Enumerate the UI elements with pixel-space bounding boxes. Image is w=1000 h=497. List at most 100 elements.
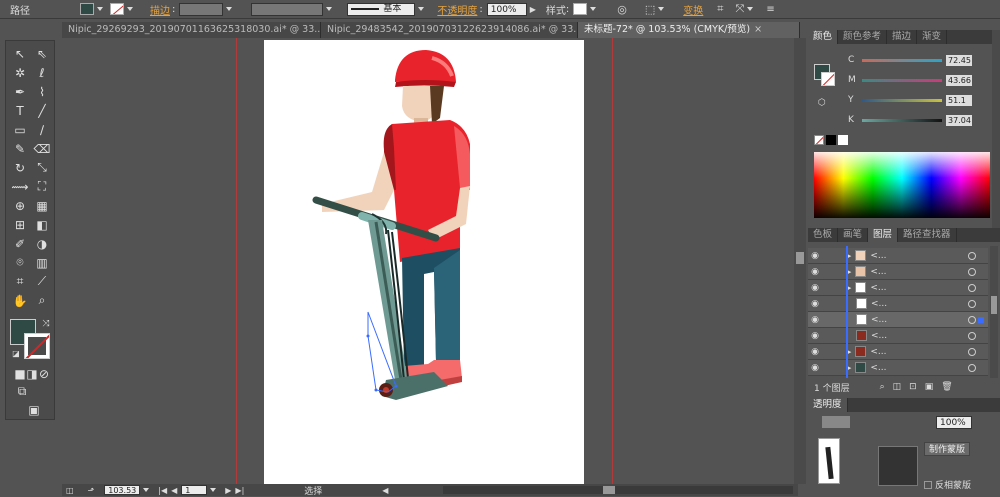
hscroll-thumb[interactable]	[603, 486, 615, 494]
none-mode-icon[interactable]: ⊘	[34, 365, 54, 382]
curvature-tool-icon[interactable]: ⌇	[32, 83, 52, 100]
artboard-nav-icon[interactable]: ◫	[66, 486, 74, 495]
c-value-field[interactable]: 72.45	[946, 54, 972, 66]
width-tool-icon[interactable]: ⟿	[10, 178, 30, 195]
rotate-tool-icon[interactable]: ↻	[10, 159, 30, 176]
tab-transparency[interactable]: 透明度	[808, 398, 848, 412]
layer-row[interactable]: ◉ ▶ <...	[808, 280, 988, 296]
new-layer-icon[interactable]: ▣	[925, 382, 934, 392]
free-transform-tool-icon[interactable]: ⛶	[32, 178, 52, 195]
invert-mask-checkbox[interactable]: 反相蒙版	[924, 478, 971, 491]
last-artboard-icon[interactable]: ▶|	[235, 486, 244, 495]
swap-colors-icon[interactable]: ⤨	[36, 315, 56, 332]
document-tab-3[interactable]: 未标题-72* @ 103.53% (CMYK/预览) ×	[578, 22, 800, 38]
stroke-style-select[interactable]: 基本	[347, 2, 427, 16]
rectangle-tool-icon[interactable]: ▭	[10, 121, 30, 138]
scooter-boy-illustration[interactable]	[264, 40, 584, 484]
scroll-thumb[interactable]	[796, 252, 804, 264]
stroke-weight-field[interactable]	[179, 2, 235, 16]
tab-swatches[interactable]: 色板	[808, 228, 839, 242]
document-tab-1[interactable]: Nipic_29269293_20190701163625318030.ai* …	[62, 22, 321, 38]
k-value-field[interactable]: 37.04	[946, 114, 972, 126]
fill-swatch[interactable]	[80, 3, 106, 15]
tab-brushes[interactable]: 画笔	[838, 228, 869, 242]
layer-row[interactable]: ◉ ▶ <...	[808, 264, 988, 280]
variable-width-field[interactable]	[251, 2, 335, 16]
tab-layers[interactable]: 图层	[868, 228, 899, 242]
visibility-eye-icon[interactable]: ◉	[808, 331, 822, 341]
clipping-mask-icon[interactable]: ◫	[893, 382, 902, 392]
color-panel-stroke-box[interactable]	[821, 72, 835, 86]
layer-row[interactable]: ◉ ▶ <...	[808, 360, 988, 376]
tab-close-icon[interactable]: ×	[754, 24, 762, 35]
make-mask-button[interactable]: 制作蒙版	[924, 442, 970, 456]
next-artboard-icon[interactable]: ▶	[225, 486, 231, 495]
transform-label[interactable]: 变换	[683, 2, 703, 17]
slice-tool-icon[interactable]: ⟋	[32, 273, 52, 290]
scale-tool-icon[interactable]: ⤡	[32, 159, 52, 176]
color-spectrum[interactable]	[814, 152, 990, 218]
selection-tool-icon[interactable]: ↖	[10, 45, 30, 62]
mask-thumbnail[interactable]	[878, 446, 918, 486]
black-swatch[interactable]	[826, 135, 836, 145]
layer-row-selected[interactable]: ◉ <...	[808, 312, 988, 328]
object-thumbnail[interactable]	[818, 438, 840, 484]
type-tool-icon[interactable]: T	[10, 102, 30, 119]
visibility-eye-icon[interactable]: ◉	[808, 251, 822, 261]
slider-m[interactable]: M 43.66	[848, 74, 972, 86]
visibility-eye-icon[interactable]: ◉	[808, 299, 822, 309]
pencil-tool-icon[interactable]: ✎	[10, 140, 30, 157]
opacity-label[interactable]: 不透明度	[437, 2, 477, 17]
visibility-eye-icon[interactable]: ◉	[808, 283, 822, 293]
export-icon[interactable]: ⬏	[88, 486, 95, 495]
default-colors-icon[interactable]: ◪	[6, 345, 26, 362]
stroke-swatch[interactable]	[110, 3, 136, 15]
slider-k[interactable]: K 37.04	[848, 114, 972, 126]
pen-tool-icon[interactable]: ✒	[10, 83, 30, 100]
visibility-eye-icon[interactable]: ◉	[808, 363, 822, 373]
paintbrush-tool-icon[interactable]: ∕	[32, 121, 52, 138]
artboard-tool-icon[interactable]: ⌗	[10, 273, 30, 290]
visibility-eye-icon[interactable]: ◉	[808, 315, 822, 325]
screen-mode-icon[interactable]: ▣	[24, 401, 44, 418]
horizontal-scrollbar[interactable]	[443, 486, 793, 494]
delete-layer-icon[interactable]: 🗑	[941, 382, 952, 392]
perspective-grid-tool-icon[interactable]: ▦	[32, 197, 52, 214]
zoom-tool-icon[interactable]: ⌕	[32, 292, 52, 309]
new-sublayer-icon[interactable]: ⊡	[909, 382, 917, 392]
align-icon[interactable]: ⬚	[645, 3, 667, 16]
direct-selection-tool-icon[interactable]: ⇖	[32, 45, 52, 62]
none-swatch[interactable]	[814, 135, 824, 145]
slider-y[interactable]: Y 51.1	[848, 94, 972, 106]
layer-row[interactable]: ◉ <...	[808, 328, 988, 344]
drawing-mode-icon[interactable]: ⧉	[12, 383, 32, 400]
white-swatch[interactable]	[838, 135, 848, 145]
lasso-tool-icon[interactable]: ℓ	[32, 64, 52, 81]
blend-mode-select[interactable]	[822, 416, 850, 428]
eyedropper-tool-icon[interactable]: ✐	[10, 235, 30, 252]
shape-builder-tool-icon[interactable]: ⊕	[10, 197, 30, 214]
eraser-tool-icon[interactable]: ⌫	[32, 140, 52, 157]
stroke-color-box[interactable]	[24, 333, 50, 359]
zoom-field[interactable]: 103.53	[104, 485, 141, 495]
page-field[interactable]: 1	[181, 485, 208, 495]
hand-tool-icon[interactable]: ✋	[10, 292, 30, 309]
tab-gradient[interactable]: 渐变	[917, 30, 948, 44]
prev-artboard-icon[interactable]: ◀	[171, 486, 177, 495]
symbol-sprayer-tool-icon[interactable]: ⌾	[10, 254, 30, 271]
panel-menu-icon[interactable]: ≡	[766, 4, 774, 15]
opacity-field[interactable]: 100% ▶	[486, 2, 536, 16]
vertical-scrollbar[interactable]	[794, 38, 806, 484]
document-tab-2[interactable]: Nipic_29483542_20190703122623914086.ai* …	[321, 22, 578, 38]
isolate-icon[interactable]: ⌗	[717, 2, 723, 16]
gradient-tool-icon[interactable]: ◧	[32, 216, 52, 233]
dock-collapse-strip[interactable]	[992, 30, 1000, 228]
line-tool-icon[interactable]: ╱	[32, 102, 52, 119]
blend-tool-icon[interactable]: ◑	[32, 235, 52, 252]
layer-row[interactable]: ◉ <...	[808, 296, 988, 312]
locate-object-icon[interactable]: ⌕	[880, 382, 885, 392]
layers-list[interactable]: ◉ ▶ <... ◉ ▶ <... ◉ ▶ <... ◉ <... ◉ <... ◉ <... ◉…	[808, 246, 988, 378]
hscroll-left-icon[interactable]: ◀	[382, 486, 388, 495]
m-value-field[interactable]: 43.66	[946, 74, 972, 86]
first-artboard-icon[interactable]: |◀	[158, 486, 167, 495]
